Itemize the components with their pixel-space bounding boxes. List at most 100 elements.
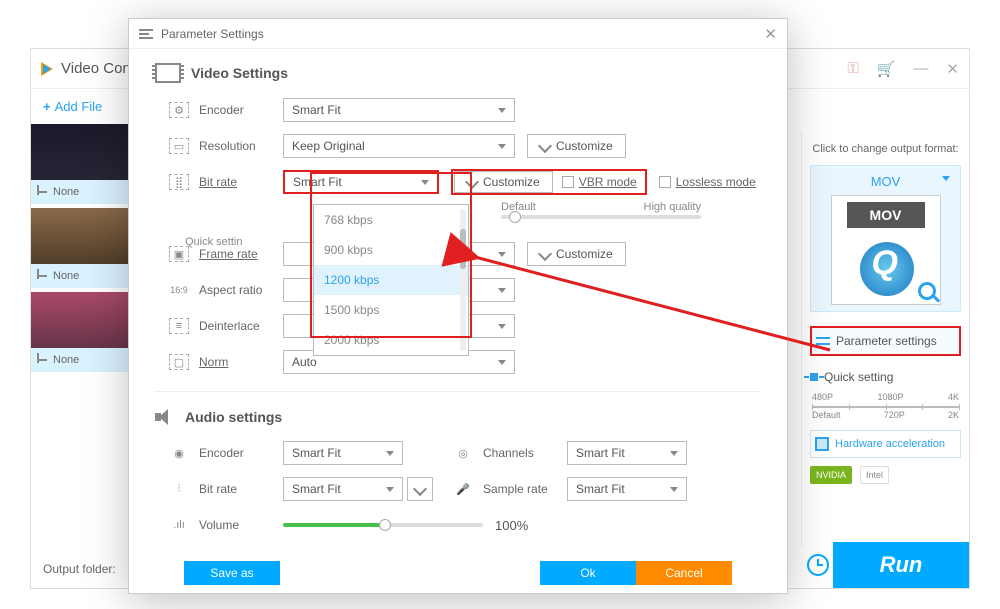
resolution-slider[interactable] xyxy=(812,406,959,408)
clock-icon[interactable] xyxy=(807,554,829,576)
checkbox-icon xyxy=(562,176,574,188)
chevron-down-icon xyxy=(670,487,678,492)
resolution-icon: ▭ xyxy=(169,138,189,154)
resolution-customize-button[interactable]: Customize xyxy=(527,134,626,158)
ok-button[interactable]: Ok xyxy=(540,561,636,585)
vbr-mode-checkbox[interactable]: VBR mode xyxy=(554,175,645,189)
text-icon xyxy=(37,359,47,361)
framerate-customize-button[interactable]: Customize xyxy=(527,242,626,266)
settings-icon xyxy=(139,29,153,39)
key-icon[interactable]: ⚿ xyxy=(847,60,858,78)
channels-label: Channels xyxy=(483,446,567,460)
thumb-caption: None xyxy=(53,186,79,198)
chevron-down-icon xyxy=(498,288,506,293)
thumbnail-item[interactable]: None xyxy=(31,208,131,288)
volume-icon: .ılı xyxy=(169,517,189,533)
dialog-titlebar: Parameter Settings ✕ xyxy=(129,19,787,49)
minimize-button[interactable]: — xyxy=(913,60,928,78)
speaker-icon xyxy=(155,408,175,426)
audio-encoder-select[interactable]: Smart Fit xyxy=(283,441,403,465)
chevron-down-icon xyxy=(421,180,429,185)
video-section-header: Video Settings xyxy=(155,63,761,83)
nvidia-badge: NVIDIA xyxy=(810,466,852,484)
quick-setting: Quick setting 480P1080P4K Default720P2K xyxy=(810,370,961,420)
sidebar: Click to change output format: MOV MOV P… xyxy=(801,131,969,548)
dropdown-item[interactable]: 2000 kbps xyxy=(314,325,468,355)
thumb-caption: None xyxy=(53,354,79,366)
plus-icon: + xyxy=(43,99,51,114)
output-format-card[interactable]: MOV MOV xyxy=(810,165,961,312)
quick-label: Quick setting xyxy=(824,370,893,384)
app-logo-icon xyxy=(41,62,53,76)
cancel-button[interactable]: Cancel xyxy=(636,561,732,585)
samplerate-select[interactable]: Smart Fit xyxy=(567,477,687,501)
slider-thumb[interactable] xyxy=(379,519,391,531)
framerate-icon: ▣ xyxy=(169,246,189,262)
hw-label: Hardware acceleration xyxy=(835,438,945,450)
cart-icon[interactable]: 🛒 xyxy=(877,60,896,78)
norm-icon: ▢ xyxy=(169,354,189,370)
hardware-accel-button[interactable]: Hardware acceleration xyxy=(810,430,961,458)
parameter-settings-button[interactable]: Parameter settings xyxy=(810,326,961,356)
resolution-label: Resolution xyxy=(199,139,283,153)
channels-icon: ◎ xyxy=(453,445,473,461)
quality-slider[interactable] xyxy=(501,215,701,219)
add-file-label: Add File xyxy=(55,99,103,114)
volume-value: 100% xyxy=(495,518,528,533)
pencil-icon xyxy=(465,175,479,189)
param-btn-label: Parameter settings xyxy=(836,334,937,348)
slider-thumb[interactable] xyxy=(509,211,521,223)
thumbnail-item[interactable]: None xyxy=(31,124,131,204)
parameter-settings-dialog: Parameter Settings ✕ Video Settings ⚙ En… xyxy=(128,18,788,594)
audio-encoder-icon: ◉ xyxy=(169,445,189,461)
bitrate-customize-button[interactable]: Customize xyxy=(454,171,553,193)
chevron-down-icon xyxy=(498,360,506,365)
bitrate-dropdown[interactable]: 768 kbps 900 kbps 1200 kbps 1500 kbps 20… xyxy=(313,204,469,356)
dropdown-item[interactable]: 768 kbps xyxy=(314,205,468,235)
volume-slider[interactable] xyxy=(283,523,483,527)
framerate-label: Frame rate xyxy=(199,247,283,261)
chevron-down-icon xyxy=(670,451,678,456)
close-button[interactable]: ✕ xyxy=(946,60,959,78)
dropdown-item[interactable]: 900 kbps xyxy=(314,235,468,265)
chevron-down-icon xyxy=(942,176,950,181)
bitrate-select[interactable]: Smart Fit xyxy=(283,170,439,194)
audio-encoder-label: Encoder xyxy=(199,446,283,460)
quick-setting-note: Quick settin xyxy=(185,236,242,248)
dialog-title: Parameter Settings xyxy=(161,27,264,41)
audio-bitrate-select[interactable]: Smart Fit xyxy=(283,477,403,501)
thumb-caption: None xyxy=(53,270,79,282)
chevron-down-icon xyxy=(386,487,394,492)
norm-label: Norm xyxy=(199,355,283,369)
film-icon xyxy=(155,63,181,83)
chevron-down-icon xyxy=(386,451,394,456)
thumbnail-item[interactable]: None xyxy=(31,292,131,372)
encoder-select[interactable]: Smart Fit xyxy=(283,98,515,122)
text-icon xyxy=(37,275,47,277)
dialog-close-button[interactable]: ✕ xyxy=(764,25,777,43)
dropdown-item[interactable]: 1500 kbps xyxy=(314,295,468,325)
aspect-icon: 16:9 xyxy=(169,282,189,298)
bitrate-customize-group: Customize VBR mode xyxy=(451,169,647,195)
lossless-label: Lossless mode xyxy=(676,175,756,189)
resolution-select[interactable]: Keep Original xyxy=(283,134,515,158)
samplerate-label: Sample rate xyxy=(483,482,567,496)
chip-icon xyxy=(815,437,829,451)
magnifier-icon xyxy=(918,282,936,300)
channels-select[interactable]: Smart Fit xyxy=(567,441,687,465)
scrollbar[interactable] xyxy=(460,209,466,351)
text-icon xyxy=(37,191,47,193)
app-title: Video Conv xyxy=(61,60,138,77)
save-as-button[interactable]: Save as xyxy=(184,561,280,585)
audio-bitrate-edit-button[interactable] xyxy=(407,477,433,501)
dropdown-item[interactable]: 1200 kbps xyxy=(314,265,468,295)
intel-badge: Intel xyxy=(860,466,889,484)
divider xyxy=(155,391,761,392)
audio-bitrate-label: Bit rate xyxy=(199,482,283,496)
chevron-down-icon xyxy=(498,144,506,149)
run-button[interactable]: Run xyxy=(833,542,969,588)
bitrate-label: Bit rate xyxy=(199,175,283,189)
thumbnail-list: None None None xyxy=(31,124,131,376)
chevron-down-icon xyxy=(498,324,506,329)
lossless-checkbox[interactable] xyxy=(659,176,671,188)
